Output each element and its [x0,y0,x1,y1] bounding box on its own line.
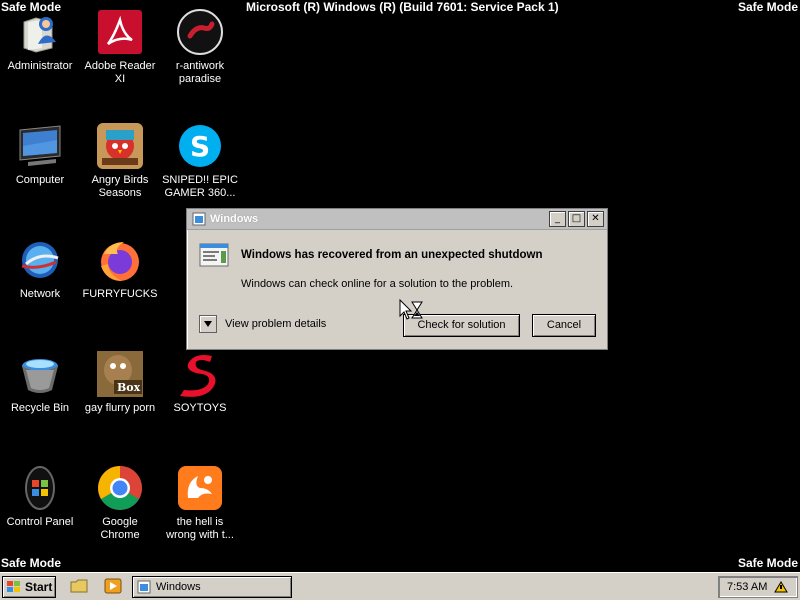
svg-text:Box: Box [117,381,141,394]
view-details-toggle[interactable]: View problem details [199,315,326,333]
desktop-icon-administrator[interactable]: Administrator [0,8,80,73]
window-document-icon [199,243,229,267]
action-center-icon[interactable] [773,580,789,594]
desktop-icon-chrome[interactable]: Google Chrome [80,464,160,542]
desktop-icon-recycle-bin[interactable]: Recycle Bin [0,350,80,415]
firefox-icon [96,236,144,284]
safe-mode-label-bottom-left: Safe Mode [1,556,62,570]
icon-label: SNIPED!! EPIC GAMER 360... [162,174,238,199]
windows-flag-icon [6,580,22,594]
safe-mode-label-top-right: Safe Mode [737,0,798,14]
adobe-reader-icon [96,8,144,56]
icon-label: Adobe Reader XI [84,60,156,85]
icon-label: Recycle Bin [10,402,70,414]
desktop-icon-gmod-box[interactable]: Box gay flurry porn [80,350,160,415]
recovery-dialog: Windows _ □ ✕ Windows has recovered from… [186,208,608,350]
uc-browser-icon [176,464,224,512]
soytoys-icon [176,350,224,398]
busy-cursor-icon [399,298,425,321]
icon-label: the hell is wrong with t... [166,516,234,541]
svg-text:S: S [190,130,210,163]
antiwork-icon [176,8,224,56]
clock[interactable]: 7:53 AM [727,581,767,593]
media-player-quicklaunch-icon[interactable] [104,578,122,594]
taskbar: Start Windows 7:53 AM [0,572,800,600]
icon-label: FURRYFUCKS [82,288,158,300]
windows-icon [192,212,206,226]
maximize-button[interactable]: □ [568,211,585,227]
dialog-title: Windows [210,213,259,225]
icon-label: gay flurry porn [84,402,156,414]
cancel-button[interactable]: Cancel [532,314,596,337]
taskbar-window-label: Windows [156,581,201,593]
user-folder-icon [16,8,64,56]
icon-label: SOYTOYS [173,402,227,414]
start-button[interactable]: Start [2,576,56,598]
dialog-message: Windows can check online for a solution … [241,278,514,290]
icon-label: Angry Birds Seasons [91,174,149,199]
desktop-icon-soytoys[interactable]: SOYTOYS [160,350,240,415]
desktop-icon-antiwork[interactable]: r-antiwork paradise [160,8,240,86]
desktop-icon-uc-browser[interactable]: the hell is wrong with t... [160,464,240,542]
icon-label: Google Chrome [100,516,140,541]
angry-birds-icon [96,122,144,170]
icon-label: Network [19,288,61,300]
recycle-bin-icon [16,350,64,398]
windows-icon [137,580,151,594]
close-button[interactable]: ✕ [587,211,604,227]
control-panel-icon [16,464,64,512]
desktop-icon-angry-birds[interactable]: Angry Birds Seasons [80,122,160,200]
skype-icon: S [176,122,224,170]
minimize-button[interactable]: _ [549,211,566,227]
desktop-icon-adobe-reader[interactable]: Adobe Reader XI [80,8,160,86]
desktop-icon-network[interactable]: Network [0,236,80,301]
icon-label: Computer [15,174,65,186]
dialog-heading: Windows has recovered from an unexpected… [241,249,543,261]
safe-mode-label-bottom-right: Safe Mode [737,556,798,570]
desktop-icon-computer[interactable]: Computer [0,122,80,187]
network-icon [16,236,64,284]
chrome-icon [96,464,144,512]
desktop: Safe Mode Safe Mode Safe Mode Safe Mode … [0,0,800,600]
icon-label: Administrator [7,60,73,72]
gmod-box-icon: Box [96,350,144,398]
view-details-label[interactable]: View problem details [225,318,326,330]
desktop-icon-control-panel[interactable]: Control Panel [0,464,80,529]
chevron-down-icon[interactable] [199,315,217,333]
computer-icon [16,122,64,170]
taskbar-window-button[interactable]: Windows [132,576,292,598]
dialog-titlebar[interactable]: Windows _ □ ✕ [187,209,607,230]
build-title: Microsoft (R) Windows (R) (Build 7601: S… [246,0,559,14]
icon-label: Control Panel [6,516,74,528]
desktop-icon-skype[interactable]: S SNIPED!! EPIC GAMER 360... [160,122,240,200]
icon-label: r-antiwork paradise [175,60,225,85]
system-tray: 7:53 AM [718,576,798,598]
desktop-icon-firefox[interactable]: FURRYFUCKS [80,236,160,301]
explorer-quicklaunch-icon[interactable] [70,578,88,594]
start-label: Start [25,580,53,594]
